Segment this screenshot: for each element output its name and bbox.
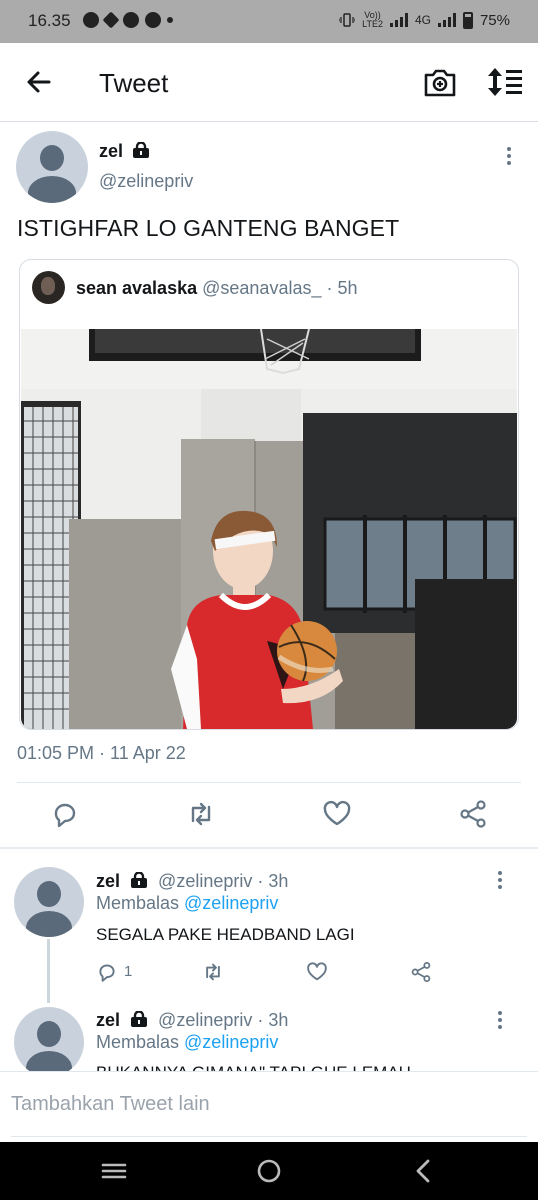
avatar[interactable] bbox=[14, 1007, 84, 1077]
avatar[interactable] bbox=[16, 131, 88, 203]
more-notifications-dot bbox=[167, 17, 173, 23]
like-icon[interactable] bbox=[322, 799, 352, 829]
notification-icons bbox=[83, 11, 173, 29]
compose-bar: Tambahkan Tweet lain bbox=[0, 1071, 538, 1142]
page-title: Tweet bbox=[99, 68, 169, 98]
retweet-icon[interactable] bbox=[202, 961, 224, 983]
replying-prefix: Membalas bbox=[96, 893, 185, 913]
basketball-photo bbox=[21, 329, 517, 729]
back-arrow-icon[interactable] bbox=[22, 65, 56, 99]
status-bar: 16.35 Vo)) LTE2 4G 75% bbox=[0, 0, 538, 43]
vibrate-icon bbox=[339, 13, 356, 27]
reply-author-handle[interactable]: @zelinepriv · 3h bbox=[158, 871, 288, 891]
signal-icon-2 bbox=[437, 13, 456, 27]
like-icon[interactable] bbox=[306, 961, 328, 983]
lock-icon bbox=[131, 1011, 148, 1027]
replying-to-link[interactable]: @zelinepriv bbox=[184, 1032, 278, 1052]
retweet-icon[interactable] bbox=[186, 799, 216, 829]
compose-underline bbox=[11, 1136, 527, 1137]
reply-icon[interactable] bbox=[50, 799, 80, 829]
sort-icon[interactable] bbox=[486, 65, 524, 99]
system-nav-bar bbox=[0, 1142, 538, 1200]
reply-icon[interactable] bbox=[96, 961, 118, 983]
system-icons: Vo)) LTE2 4G 75% bbox=[339, 11, 510, 29]
author-name[interactable]: zel bbox=[99, 141, 123, 161]
author-handle[interactable]: @zelinepriv bbox=[99, 171, 193, 192]
replying-to: Membalas @zelinepriv bbox=[96, 893, 278, 914]
facebook-icon bbox=[145, 12, 161, 28]
share-icon[interactable] bbox=[458, 799, 488, 829]
more-options-icon[interactable] bbox=[497, 1011, 503, 1033]
quote-author-handle: @seanavalas_ · 5h bbox=[202, 278, 358, 298]
reply-text: SEGALA PAKE HEADBAND LAGI bbox=[96, 925, 355, 944]
status-time: 16.35 bbox=[28, 11, 71, 30]
lock-icon bbox=[131, 872, 148, 888]
divider bbox=[17, 782, 521, 783]
section-divider bbox=[0, 847, 538, 849]
chat-icon bbox=[83, 12, 99, 28]
volte-label: Vo)) LTE2 bbox=[362, 10, 383, 29]
app-bar: Tweet bbox=[0, 43, 538, 122]
tweet-text: ISTIGHFAR LO GANTENG BANGET bbox=[17, 215, 400, 241]
quote-author-name: sean avalaska bbox=[76, 278, 198, 298]
quote-header: sean avalaska @seanavalas_ · 5h bbox=[76, 278, 358, 299]
author-name-row[interactable]: zel bbox=[99, 141, 150, 162]
replying-to: Membalas @zelinepriv bbox=[96, 1032, 278, 1053]
compass-icon bbox=[123, 12, 139, 28]
replying-to-link[interactable]: @zelinepriv bbox=[184, 893, 278, 913]
home-icon[interactable] bbox=[255, 1157, 283, 1185]
avatar[interactable] bbox=[14, 867, 84, 937]
camera-icon[interactable] bbox=[422, 65, 458, 99]
signal-icon-1 bbox=[389, 13, 408, 27]
quote-photo[interactable] bbox=[21, 329, 517, 729]
tweet-timestamp: 01:05 PM · 11 Apr 22 bbox=[17, 743, 186, 763]
more-options-icon[interactable] bbox=[497, 871, 503, 893]
recent-apps-icon[interactable] bbox=[100, 1157, 128, 1185]
quoted-tweet[interactable]: sean avalaska @seanavalas_ · 5h bbox=[19, 259, 519, 730]
network-type: 4G bbox=[414, 13, 431, 27]
reply-action-bar: 1 bbox=[96, 961, 436, 985]
telegram-icon bbox=[102, 11, 120, 29]
reply-count: 1 bbox=[124, 963, 133, 980]
more-options-icon[interactable] bbox=[506, 147, 512, 169]
share-icon[interactable] bbox=[410, 961, 432, 983]
reply-author-name[interactable]: zel bbox=[96, 871, 120, 891]
compose-input[interactable]: Tambahkan Tweet lain bbox=[11, 1093, 210, 1116]
reply-author-handle[interactable]: @zelinepriv · 3h bbox=[158, 1010, 288, 1030]
thread-line bbox=[47, 939, 50, 1003]
reply-author-name[interactable]: zel bbox=[96, 1010, 120, 1030]
reply-header: zel @zelinepriv · 3h bbox=[96, 871, 288, 892]
reply-header: zel @zelinepriv · 3h bbox=[96, 1010, 288, 1031]
tweet-action-bar bbox=[0, 795, 538, 835]
quote-avatar[interactable] bbox=[32, 271, 65, 304]
replying-prefix: Membalas bbox=[96, 1032, 185, 1052]
battery-icon bbox=[462, 11, 473, 29]
back-icon[interactable] bbox=[412, 1157, 436, 1185]
lock-icon bbox=[133, 142, 150, 158]
battery-level: 75% bbox=[479, 11, 510, 29]
